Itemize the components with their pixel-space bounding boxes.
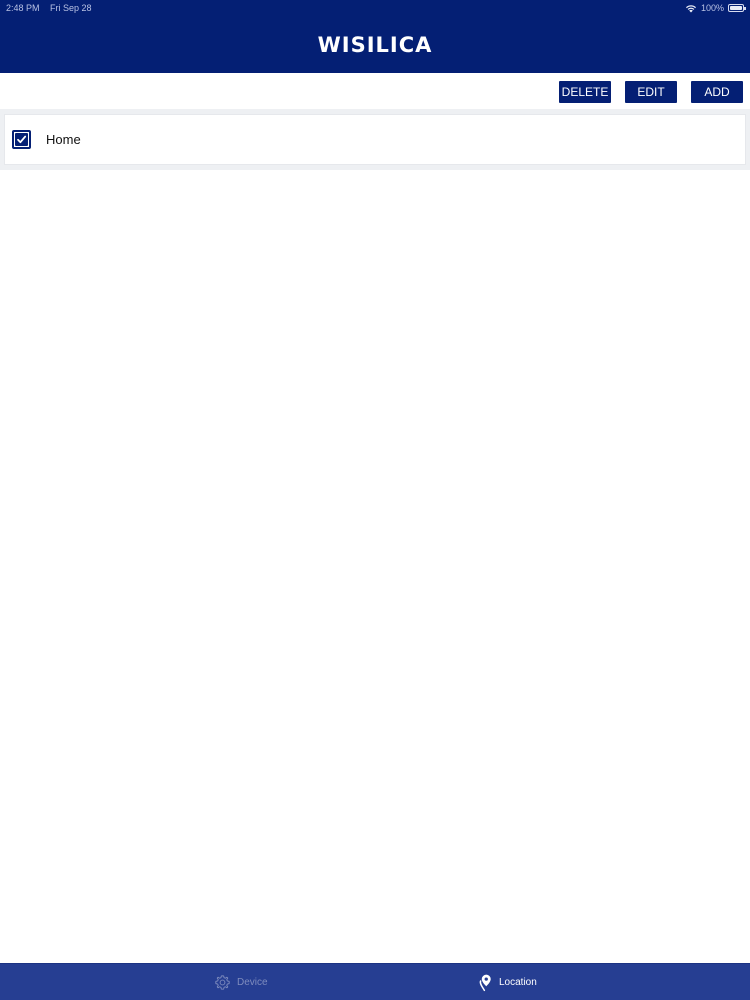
status-date: Fri Sep 28	[50, 3, 92, 13]
action-toolbar: DELETE EDIT ADD	[0, 73, 750, 109]
checkmark-icon	[15, 133, 28, 146]
tab-location-label: Location	[499, 977, 537, 988]
add-button[interactable]: ADD	[691, 81, 743, 103]
header-bar: WISILICA	[0, 16, 750, 73]
tab-location[interactable]: Location	[478, 964, 537, 1000]
location-pin-icon	[479, 974, 491, 992]
location-list: Home	[0, 109, 750, 170]
status-bar-left: 2:48 PM Fri Sep 28	[6, 3, 100, 13]
tab-device-label: Device	[237, 977, 268, 988]
wisilica-logo: WISILICA	[317, 32, 433, 57]
status-bar: 2:48 PM Fri Sep 28 100%	[0, 0, 750, 16]
battery-percent: 100%	[700, 3, 724, 13]
tab-bar: Device Location	[0, 963, 750, 1000]
gear-icon	[215, 975, 230, 990]
status-time: 2:48 PM	[6, 3, 40, 13]
edit-button[interactable]: EDIT	[625, 81, 677, 103]
delete-button[interactable]: DELETE	[559, 81, 611, 103]
location-checkbox[interactable]	[12, 130, 31, 149]
status-bar-right: 100%	[685, 3, 746, 13]
list-item[interactable]: Home	[4, 114, 746, 165]
location-label: Home	[46, 132, 81, 147]
wifi-icon	[685, 4, 696, 12]
battery-icon	[728, 4, 746, 12]
tab-device[interactable]: Device	[214, 964, 268, 1000]
